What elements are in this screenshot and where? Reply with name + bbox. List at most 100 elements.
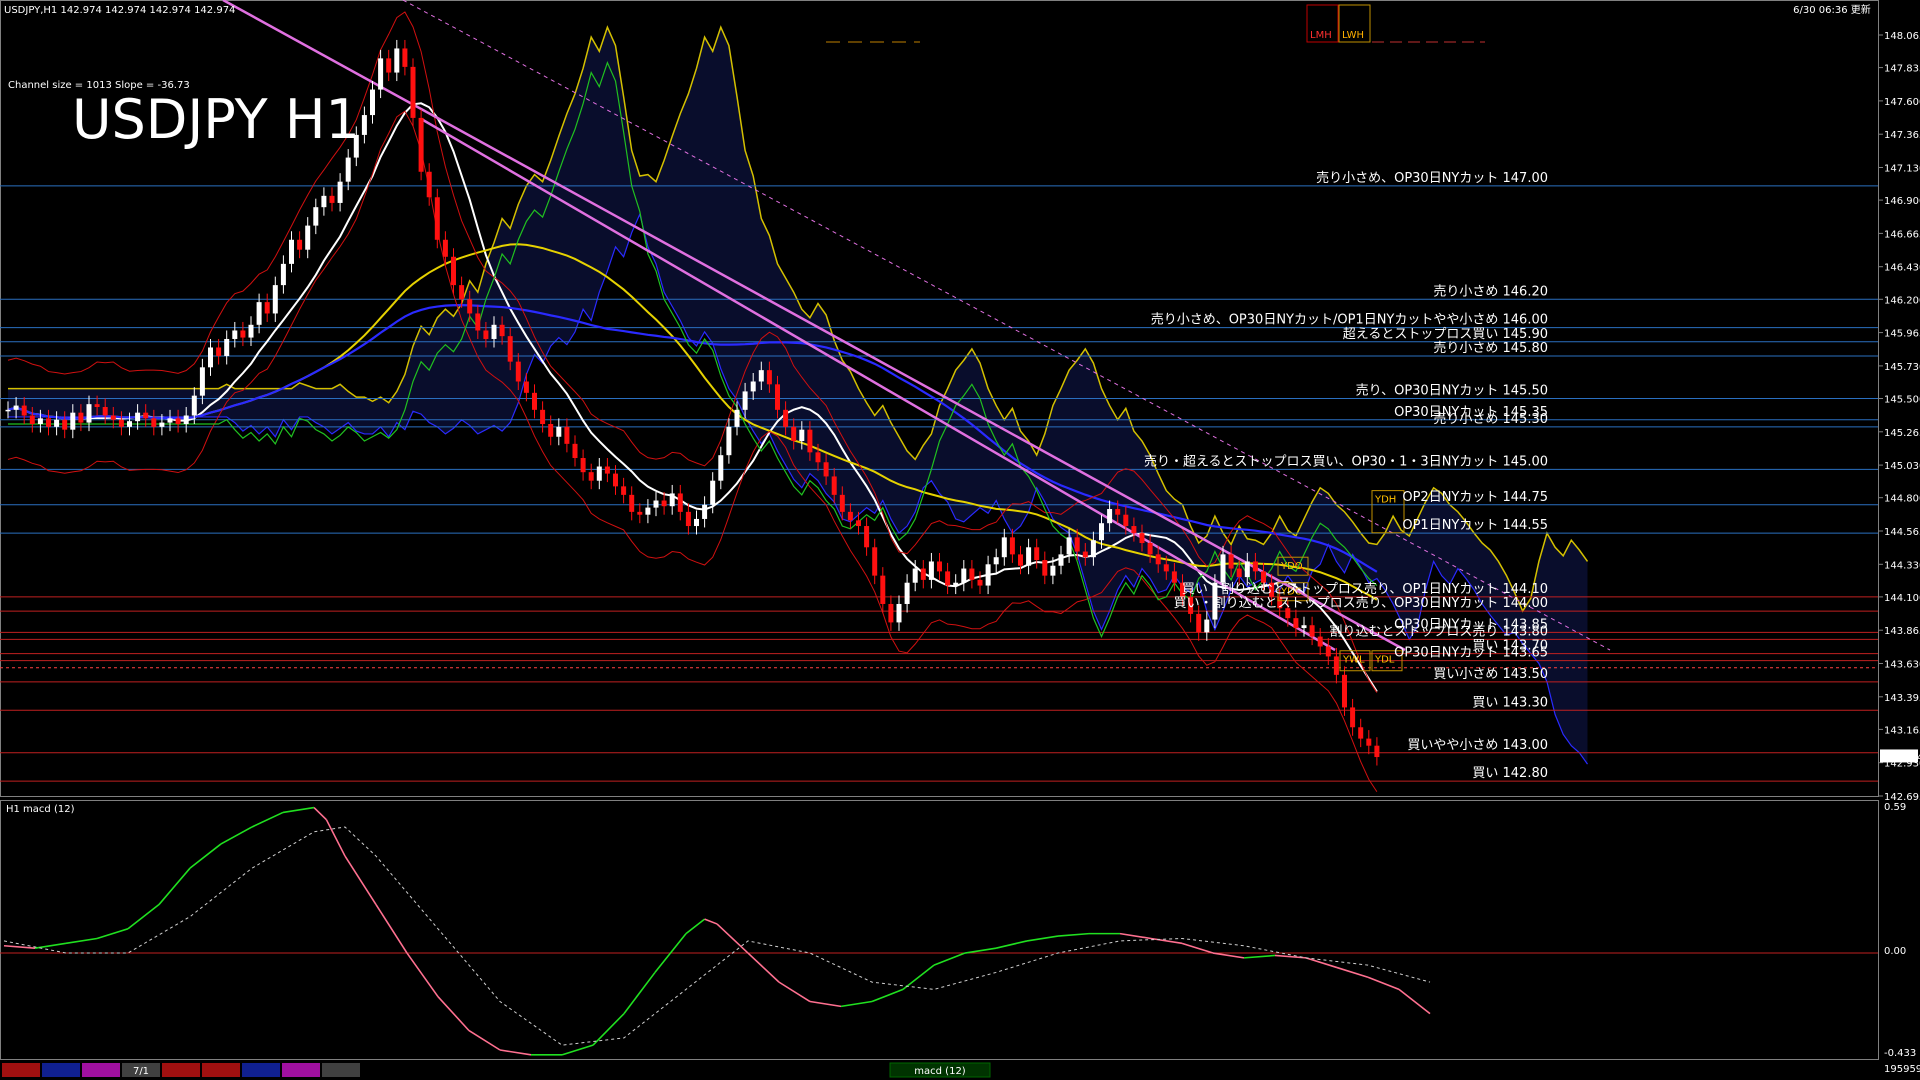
- candle-body: [442, 239, 448, 257]
- candle-body: [718, 455, 724, 481]
- candle-body: [1139, 533, 1145, 544]
- macd-tick-top: 0.59: [1884, 802, 1906, 813]
- candle-body: [961, 568, 967, 583]
- candle-body: [1204, 619, 1210, 633]
- macd-segment: [685, 918, 706, 935]
- price-tick-label: 146.430: [1884, 263, 1920, 274]
- price-tick-label: 147.365: [1884, 130, 1920, 141]
- candle-body: [29, 415, 35, 425]
- macd-tick-bottom: -0.433: [1884, 1048, 1916, 1059]
- level-label: OP30日NYカット 143.65: [1394, 646, 1548, 661]
- macd-segment: [778, 981, 811, 1003]
- candle-body: [604, 466, 610, 474]
- candle-body: [1163, 564, 1169, 572]
- candle-body: [1107, 509, 1113, 524]
- bottom-tab[interactable]: [202, 1063, 240, 1077]
- bottom-tab[interactable]: [322, 1063, 360, 1077]
- candle-body: [1301, 625, 1307, 629]
- bottom-tab[interactable]: [2, 1063, 40, 1077]
- candle-body: [977, 579, 983, 586]
- bottom-tab[interactable]: [82, 1063, 120, 1077]
- candle-body: [653, 500, 659, 508]
- macd-segment: [964, 947, 997, 954]
- candle-body: [1066, 537, 1072, 555]
- price-tick-label: 143.865: [1884, 626, 1920, 637]
- candle-body: [394, 48, 400, 73]
- candle-body: [1131, 526, 1137, 534]
- level-label: OP1日NYカット 144.55: [1402, 518, 1548, 533]
- candle-body: [1374, 745, 1380, 758]
- candle-body: [370, 89, 375, 116]
- bottom-tab-strip: 7/1: [2, 1063, 360, 1077]
- macd-segment: [189, 843, 222, 869]
- price-tick-label: 144.565: [1884, 527, 1920, 538]
- candle-body: [1350, 707, 1356, 728]
- candle-body: [831, 476, 837, 495]
- macd-segment: [1336, 966, 1369, 979]
- candle-body: [1147, 543, 1153, 555]
- candle-body: [110, 415, 116, 420]
- bottom-tab[interactable]: [282, 1063, 320, 1077]
- candle-body: [21, 405, 27, 416]
- price-axis: 148.065 147.835 147.600 147.365 147.130 146.9…: [1878, 31, 1920, 803]
- candle-body: [240, 330, 246, 338]
- candle-body: [750, 381, 756, 392]
- price-tick-label: 145.730: [1884, 362, 1920, 373]
- macd-segment: [282, 806, 315, 814]
- level-label: 売り小さめ、OP30日NYカット 147.00: [1316, 170, 1548, 186]
- candle-body: [272, 285, 278, 314]
- yd-box-label: YDO: [1280, 561, 1303, 572]
- footer-value: 195959: [1884, 1064, 1920, 1075]
- candle-body: [1252, 561, 1258, 572]
- candle-body: [888, 603, 894, 623]
- candle-body: [1317, 636, 1323, 647]
- level-label: 売り・超えるとストップロス買い、OP30・1・3日NYカット 145.00: [1144, 453, 1548, 469]
- candle-body: [232, 330, 238, 339]
- candle-body: [1074, 537, 1080, 552]
- candle-body: [94, 404, 100, 407]
- candle-body: [491, 324, 497, 339]
- price-tick-label: 146.900: [1884, 196, 1920, 207]
- price-tick-label: 143.165: [1884, 725, 1920, 736]
- candle-body: [199, 367, 205, 396]
- price-tick-label: 144.330: [1884, 560, 1920, 571]
- candle-body: [613, 473, 618, 487]
- level-label: 売り小さめ、OP30日NYカット/OP1日NYカットやや小さめ 146.00: [1151, 312, 1548, 328]
- candle-body: [378, 58, 384, 90]
- candle-body: [726, 426, 732, 456]
- candle-body: [13, 405, 19, 410]
- bottom-tab[interactable]: [42, 1063, 80, 1077]
- price-tick-label: 147.835: [1884, 64, 1920, 75]
- price-tick-label: 146.665: [1884, 229, 1920, 240]
- candle-body: [1082, 551, 1088, 558]
- candle-body: [216, 347, 222, 356]
- candle-body: [256, 302, 262, 325]
- price-tick-label: 143.630: [1884, 659, 1920, 670]
- candle-body: [248, 324, 254, 338]
- candle-body: [993, 557, 999, 565]
- macd-tick-zero: 0.00: [1884, 946, 1906, 957]
- level-label: 割り込むとストップロス売り 143.80: [1329, 623, 1548, 639]
- macd-segment: [1305, 957, 1338, 969]
- candle-body: [775, 384, 780, 410]
- candle-body: [337, 181, 343, 203]
- candle-body: [783, 409, 789, 427]
- bottom-tab[interactable]: [162, 1063, 200, 1077]
- macd-segment: [592, 1013, 625, 1046]
- candle-body: [1220, 554, 1226, 583]
- candle-body: [807, 429, 813, 453]
- price-tick-label: 143.395: [1884, 693, 1920, 704]
- candle-body: [872, 547, 878, 576]
- candle-body: [629, 494, 635, 512]
- candle-body: [799, 429, 805, 442]
- candle-body: [694, 518, 699, 527]
- macd-signal-line: [3, 826, 1431, 1046]
- macd-segment: [406, 952, 439, 998]
- candle-body: [483, 330, 489, 339]
- candle-body: [1009, 537, 1015, 555]
- bottom-tab[interactable]: [242, 1063, 280, 1077]
- candle-body: [969, 568, 975, 580]
- candle-body: [410, 66, 416, 118]
- candle-body: [78, 412, 84, 423]
- candle-body: [151, 418, 157, 427]
